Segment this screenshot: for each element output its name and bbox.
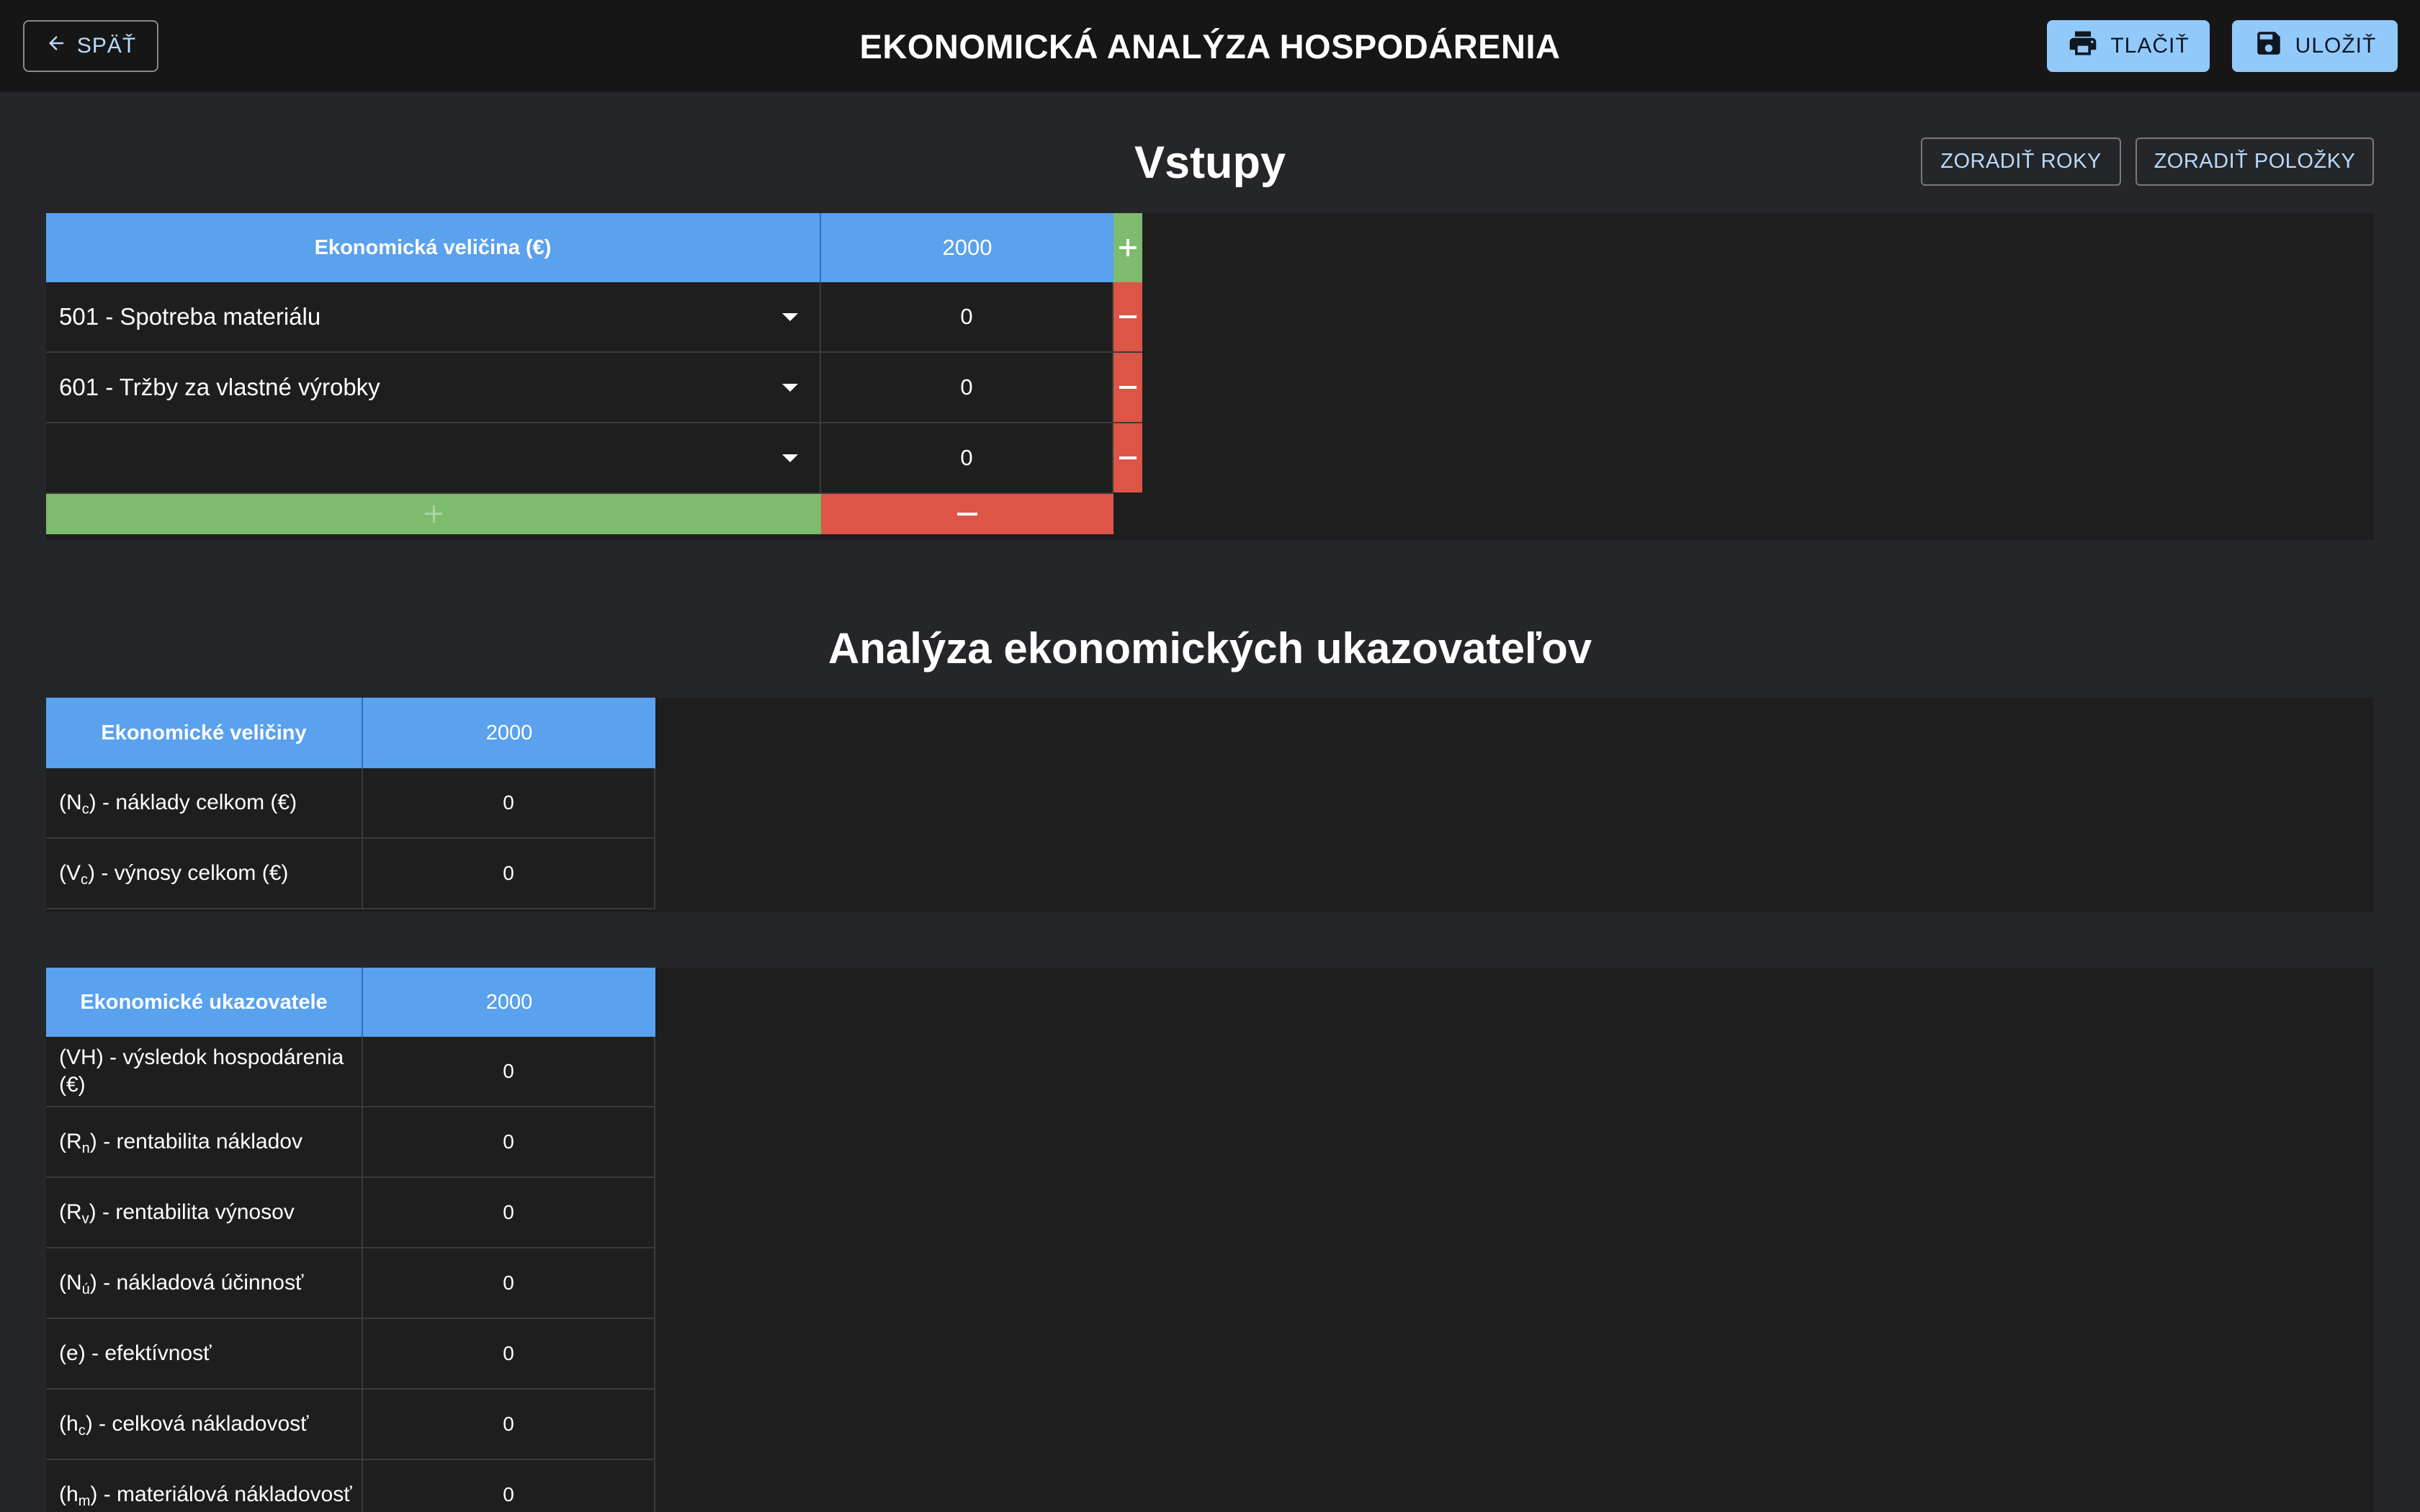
arrow-left-icon xyxy=(45,32,67,60)
indicator-row-label: (Rv) - rentabilita výnosov xyxy=(46,1178,363,1248)
item-select[interactable]: 501 - Spotreba materiálu xyxy=(46,282,821,353)
print-button[interactable]: TLAČIŤ xyxy=(2047,20,2210,72)
value-input-text: 0 xyxy=(960,374,973,400)
printer-icon xyxy=(2067,27,2099,65)
indicator-row-value: 0 xyxy=(363,1107,655,1178)
quantities-table-panel: Ekonomické veličiny 2000 (Nc) - náklady … xyxy=(46,698,2374,912)
indicator-row-label: (Nú) - nákladová účinnosť xyxy=(46,1248,363,1319)
save-button-label: ULOŽIŤ xyxy=(2295,34,2377,58)
inputs-table-panel: Ekonomická veličina (€) 2000 501 - Spotr… xyxy=(46,213,2374,540)
indicator-row-value: 0 xyxy=(363,1248,655,1319)
indicator-row-value: 0 xyxy=(363,1037,655,1107)
indicator-row-label: (hc) - celková nákladovosť xyxy=(46,1390,363,1460)
indicator-row-value: 0 xyxy=(363,1319,655,1390)
caret-down-icon xyxy=(782,384,798,392)
indicator-row-label: (Rn) - rentabilita nákladov xyxy=(46,1107,363,1178)
add-row-button[interactable] xyxy=(46,494,821,534)
indicator-row-label: (VH) - výsledok hospodárenia (€) xyxy=(46,1037,363,1107)
sort-years-button[interactable]: ZORADIŤ ROKY xyxy=(1921,138,2121,186)
caret-down-icon xyxy=(782,454,798,462)
value-input[interactable]: 0 xyxy=(821,423,1113,494)
print-button-label: TLAČIŤ xyxy=(2110,34,2190,58)
quantity-row-value: 0 xyxy=(363,839,655,909)
indicator-row-value: 0 xyxy=(363,1390,655,1460)
year-column-header[interactable]: 2000 xyxy=(821,213,1113,282)
quantity-row-label: (Vc) - výnosy celkom (€) xyxy=(46,839,363,909)
item-select-value: 601 - Tržby za vlastné výrobky xyxy=(59,374,380,400)
caret-down-icon xyxy=(782,313,798,321)
value-input-text: 0 xyxy=(960,304,973,329)
app-bar: EKONOMICKÁ ANALÝZA HOSPODÁRENIA SPÄŤ TLA… xyxy=(0,0,2420,92)
indicator-row-value: 0 xyxy=(363,1460,655,1512)
item-select[interactable] xyxy=(46,423,821,494)
add-year-button[interactable] xyxy=(1113,213,1142,282)
quantities-column-header: Ekonomické veličiny xyxy=(46,698,363,768)
value-input-text: 0 xyxy=(960,445,973,470)
quantity-row-value: 0 xyxy=(363,768,655,839)
save-button[interactable]: ULOŽIŤ xyxy=(2232,20,2398,72)
item-column-header: Ekonomická veličina (€) xyxy=(46,213,821,282)
back-button[interactable]: SPÄŤ xyxy=(23,20,158,72)
indicators-column-header: Ekonomické ukazovatele xyxy=(46,968,363,1037)
value-input[interactable]: 0 xyxy=(821,353,1113,423)
indicators-table-panel: Ekonomické ukazovatele 2000 (VH) - výsle… xyxy=(46,968,2374,1512)
indicator-row-label: (e) - efektívnosť xyxy=(46,1319,363,1390)
indicators-year-header: 2000 xyxy=(363,968,655,1037)
back-button-label: SPÄŤ xyxy=(76,34,137,58)
item-select-value: 501 - Spotreba materiálu xyxy=(59,303,321,330)
quantity-row-label: (Nc) - náklady celkom (€) xyxy=(46,768,363,839)
value-input[interactable]: 0 xyxy=(821,282,1113,353)
indicator-row-label: (hm) - materiálová nákladovosť xyxy=(46,1460,363,1512)
sort-items-button[interactable]: ZORADIŤ POLOŽKY xyxy=(2136,138,2374,186)
remove-row-button[interactable] xyxy=(1113,423,1142,492)
indicator-row-value: 0 xyxy=(363,1178,655,1248)
quantities-year-header: 2000 xyxy=(363,698,655,768)
item-select[interactable]: 601 - Tržby za vlastné výrobky xyxy=(46,353,821,423)
remove-row-button[interactable] xyxy=(1113,282,1142,353)
analysis-section-title: Analýza ekonomických ukazovateľov xyxy=(828,624,1592,672)
remove-last-row-button[interactable] xyxy=(821,494,1113,534)
remove-row-button[interactable] xyxy=(1113,353,1142,423)
floppy-disk-icon xyxy=(2254,28,2284,64)
